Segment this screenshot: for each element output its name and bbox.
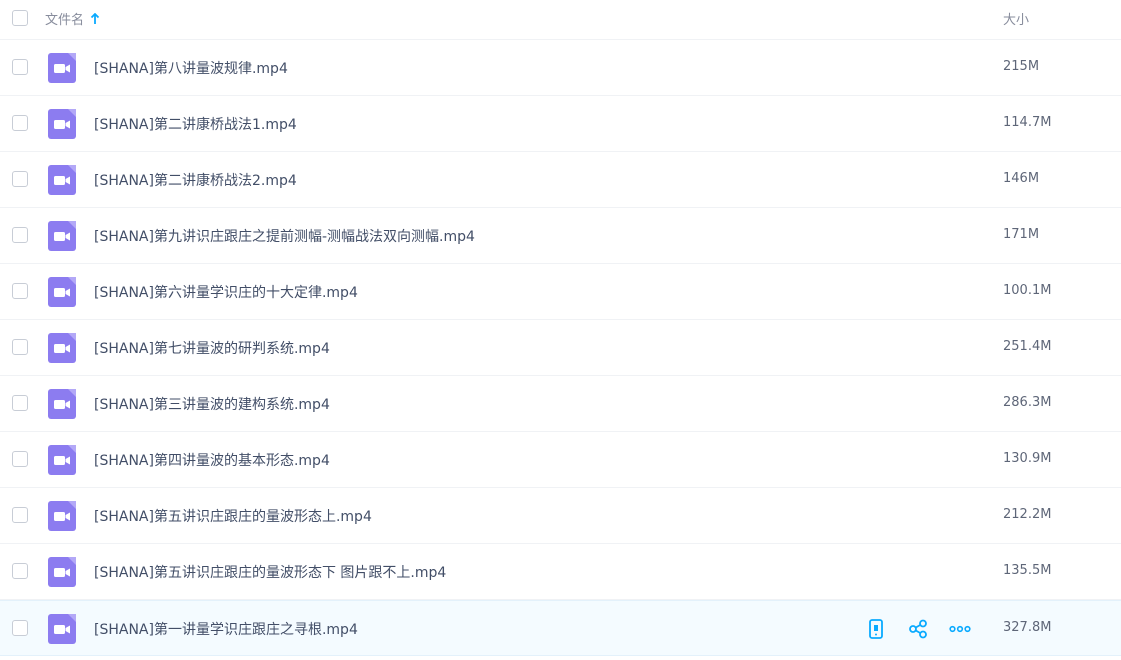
- file-size: 100.1M: [1003, 283, 1052, 298]
- file-size: 251.4M: [1003, 339, 1052, 354]
- video-file-icon: [48, 165, 76, 195]
- file-row[interactable]: [SHANA]第六讲量学识庄的十大定律.mp4 100.1M: [0, 264, 1121, 320]
- file-row[interactable]: [SHANA]第五讲识庄跟庄的量波形态下 图片跟不上.mp4 135.5M: [0, 544, 1121, 600]
- video-file-icon: [48, 389, 76, 419]
- file-name[interactable]: [SHANA]第九讲识庄跟庄之提前测幅-测幅战法双向测幅.mp4: [94, 226, 475, 246]
- row-checkbox[interactable]: [12, 395, 28, 411]
- video-file-icon: [48, 557, 76, 587]
- file-size: 171M: [1003, 227, 1040, 242]
- file-row[interactable]: [SHANA]第二讲康桥战法2.mp4 146M: [0, 152, 1121, 208]
- video-file-icon: [48, 109, 76, 139]
- file-name[interactable]: [SHANA]第八讲量波规律.mp4: [94, 58, 288, 78]
- row-actions: [865, 618, 971, 640]
- row-checkbox[interactable]: [12, 563, 28, 579]
- video-file-icon: [48, 333, 76, 363]
- phone-icon: [869, 619, 883, 639]
- file-size: 286.3M: [1003, 395, 1052, 410]
- row-checkbox[interactable]: [12, 507, 28, 523]
- file-size: 114.7M: [1003, 115, 1052, 130]
- file-rows: [SHANA]第八讲量波规律.mp4 215M [SHANA]第二讲康桥战法1.…: [0, 40, 1121, 656]
- row-checkbox[interactable]: [12, 283, 28, 299]
- size-column-header[interactable]: 大小: [1003, 9, 1029, 28]
- video-file-icon: [48, 445, 76, 475]
- video-file-icon: [48, 614, 76, 644]
- select-all-checkbox[interactable]: [12, 10, 28, 26]
- name-column-header[interactable]: 文件名: [45, 9, 100, 28]
- row-checkbox[interactable]: [12, 227, 28, 243]
- file-name[interactable]: [SHANA]第七讲量波的研判系统.mp4: [94, 338, 330, 358]
- file-row[interactable]: [SHANA]第五讲识庄跟庄的量波形态上.mp4 212.2M: [0, 488, 1121, 544]
- file-list-header: 文件名 大小: [0, 0, 1121, 40]
- file-row[interactable]: [SHANA]第一讲量学识庄跟庄之寻根.mp4 327.8M: [0, 600, 1121, 656]
- file-size: 130.9M: [1003, 451, 1052, 466]
- video-file-icon: [48, 221, 76, 251]
- file-row[interactable]: [SHANA]第三讲量波的建构系统.mp4 286.3M: [0, 376, 1121, 432]
- file-name[interactable]: [SHANA]第二讲康桥战法2.mp4: [94, 170, 297, 190]
- file-name[interactable]: [SHANA]第二讲康桥战法1.mp4: [94, 114, 297, 134]
- file-name[interactable]: [SHANA]第一讲量学识庄跟庄之寻根.mp4: [94, 619, 358, 639]
- file-row[interactable]: [SHANA]第四讲量波的基本形态.mp4 130.9M: [0, 432, 1121, 488]
- row-checkbox[interactable]: [12, 171, 28, 187]
- file-row[interactable]: [SHANA]第二讲康桥战法1.mp4 114.7M: [0, 96, 1121, 152]
- row-checkbox[interactable]: [12, 620, 28, 636]
- file-name[interactable]: [SHANA]第五讲识庄跟庄的量波形态上.mp4: [94, 506, 372, 526]
- video-file-icon: [48, 53, 76, 83]
- file-size: 215M: [1003, 59, 1040, 74]
- sort-ascending-icon[interactable]: [90, 12, 100, 25]
- file-name[interactable]: [SHANA]第四讲量波的基本形态.mp4: [94, 450, 330, 470]
- file-size: 146M: [1003, 171, 1040, 186]
- file-row[interactable]: [SHANA]第七讲量波的研判系统.mp4 251.4M: [0, 320, 1121, 376]
- more-icon: [949, 625, 971, 633]
- file-name[interactable]: [SHANA]第五讲识庄跟庄的量波形态下 图片跟不上.mp4: [94, 562, 446, 582]
- video-file-icon: [48, 501, 76, 531]
- row-checkbox[interactable]: [12, 451, 28, 467]
- send-to-phone-button[interactable]: [865, 618, 887, 640]
- more-button[interactable]: [949, 618, 971, 640]
- file-name[interactable]: [SHANA]第三讲量波的建构系统.mp4: [94, 394, 330, 414]
- file-row[interactable]: [SHANA]第八讲量波规律.mp4 215M: [0, 40, 1121, 96]
- row-checkbox[interactable]: [12, 339, 28, 355]
- video-file-icon: [48, 277, 76, 307]
- share-button[interactable]: [907, 618, 929, 640]
- file-size: 135.5M: [1003, 563, 1052, 578]
- file-list: 文件名 大小 [SHANA]第八讲量波规律.mp4 215M [SHANA]第二…: [0, 0, 1121, 660]
- row-checkbox[interactable]: [12, 59, 28, 75]
- name-column-label: 文件名: [45, 13, 85, 28]
- file-name[interactable]: [SHANA]第六讲量学识庄的十大定律.mp4: [94, 282, 358, 302]
- file-size: 212.2M: [1003, 507, 1052, 522]
- row-checkbox[interactable]: [12, 115, 28, 131]
- file-size: 327.8M: [1003, 620, 1052, 635]
- file-row[interactable]: [SHANA]第九讲识庄跟庄之提前测幅-测幅战法双向测幅.mp4 171M: [0, 208, 1121, 264]
- share-icon: [909, 619, 927, 639]
